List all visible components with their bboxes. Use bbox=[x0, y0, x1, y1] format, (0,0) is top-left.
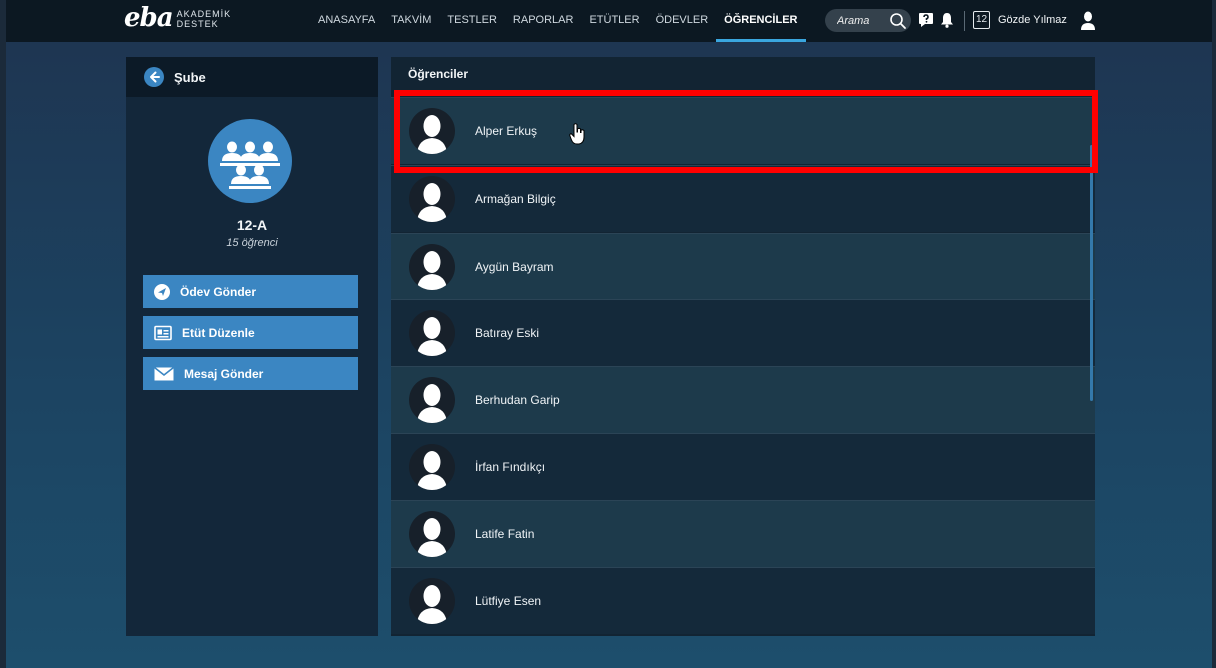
nav-raporlar[interactable]: RAPORLAR bbox=[505, 0, 582, 42]
avatar bbox=[409, 176, 455, 222]
student-name: İrfan Fındıkçı bbox=[475, 460, 546, 474]
avatar bbox=[409, 310, 455, 356]
send-homework-label: Ödev Gönder bbox=[180, 284, 257, 299]
user-icon[interactable] bbox=[1081, 11, 1095, 30]
send-message-label: Mesaj Gönder bbox=[184, 366, 264, 381]
student-name: Lütfiye Esen bbox=[475, 594, 542, 608]
avatar bbox=[409, 511, 455, 557]
nav-odevler[interactable]: ÖDEVLER bbox=[648, 0, 717, 42]
nav-testler[interactable]: TESTLER bbox=[439, 0, 505, 42]
student-name: Aygün Bayram bbox=[475, 260, 554, 274]
logo-line-2: DESTEK bbox=[176, 18, 219, 29]
edit-study-label: Etüt Düzenle bbox=[182, 325, 255, 340]
student-name: Alper Erkuş bbox=[475, 124, 538, 138]
student-name: Batıray Eski bbox=[475, 326, 540, 340]
logo-text: AKADEMİK DESTEK bbox=[177, 9, 232, 29]
class-name: 12-A bbox=[236, 217, 268, 233]
class-sidebar: Şube 12-A 15 öğrenci Ödev Gönder Etüt Dü… bbox=[126, 57, 378, 636]
app-window: eba AKADEMİK DESTEK ANASAYFA TAKVİM TEST… bbox=[6, 0, 1212, 668]
student-row[interactable]: Batıray Eski bbox=[391, 299, 1095, 366]
students-panel: Öğrenciler Alper Erkuş Armağan Bilgiç Ay… bbox=[391, 57, 1095, 636]
student-row[interactable]: Latife Fatin bbox=[391, 500, 1095, 567]
nav-etutler[interactable]: ETÜTLER bbox=[581, 0, 647, 42]
search-icon[interactable] bbox=[889, 12, 907, 30]
student-row[interactable]: İrfan Fındıkçı bbox=[391, 433, 1095, 500]
avatar bbox=[409, 244, 455, 290]
help-icon[interactable] bbox=[918, 12, 934, 28]
send-message-button[interactable]: Mesaj Gönder bbox=[143, 357, 358, 390]
back-arrow-icon bbox=[144, 67, 164, 87]
search-input[interactable] bbox=[837, 14, 881, 27]
calendar-icon[interactable]: 12 bbox=[973, 11, 990, 29]
avatar bbox=[409, 578, 455, 624]
student-row[interactable]: Lütfiye Esen bbox=[391, 567, 1095, 634]
send-icon bbox=[154, 283, 170, 300]
nav-ogrenciler[interactable]: ÖĞRENCİLER bbox=[716, 0, 806, 42]
hand-cursor-icon bbox=[569, 123, 585, 145]
toolbar-divider bbox=[964, 11, 965, 31]
logo-mark: eba bbox=[124, 3, 174, 33]
edit-study-button[interactable]: Etüt Düzenle bbox=[143, 316, 358, 349]
nav-anasayfa[interactable]: ANASAYFA bbox=[310, 0, 383, 42]
top-navigation-bar: eba AKADEMİK DESTEK ANASAYFA TAKVİM TEST… bbox=[6, 0, 1212, 42]
student-row[interactable]: Armağan Bilgiç bbox=[391, 165, 1095, 232]
bell-icon[interactable] bbox=[940, 12, 954, 28]
back-label: Şube bbox=[174, 69, 206, 85]
avatar bbox=[409, 444, 455, 490]
student-row[interactable]: Aygün Bayram bbox=[391, 233, 1095, 300]
student-row[interactable]: Alper Erkuş bbox=[391, 97, 1095, 164]
main-nav: ANASAYFA TAKVİM TESTLER RAPORLAR ETÜTLER… bbox=[310, 0, 806, 42]
student-count: 15 öğrenci bbox=[226, 237, 278, 249]
students-scrollbar[interactable] bbox=[1090, 145, 1093, 401]
envelope-icon bbox=[154, 366, 174, 380]
avatar bbox=[409, 108, 455, 154]
logo-line-1: AKADEMİK bbox=[176, 8, 232, 19]
user-name[interactable]: Gözde Yılmaz bbox=[998, 14, 1067, 26]
students-title: Öğrenciler bbox=[408, 67, 469, 81]
nav-takvim[interactable]: TAKVİM bbox=[383, 0, 439, 42]
student-name: Armağan Bilgiç bbox=[475, 192, 556, 206]
student-name: Latife Fatin bbox=[475, 527, 535, 541]
search-box bbox=[825, 9, 911, 32]
id-card-icon bbox=[154, 325, 172, 340]
student-name: Berhudan Garip bbox=[475, 393, 560, 407]
send-homework-button[interactable]: Ödev Gönder bbox=[143, 275, 358, 308]
student-row[interactable]: Berhudan Garip bbox=[391, 366, 1095, 433]
avatar bbox=[409, 377, 455, 423]
back-to-branch-button[interactable]: Şube bbox=[126, 57, 378, 97]
eba-logo[interactable]: eba AKADEMİK DESTEK bbox=[124, 5, 231, 31]
class-group-icon bbox=[208, 119, 292, 203]
